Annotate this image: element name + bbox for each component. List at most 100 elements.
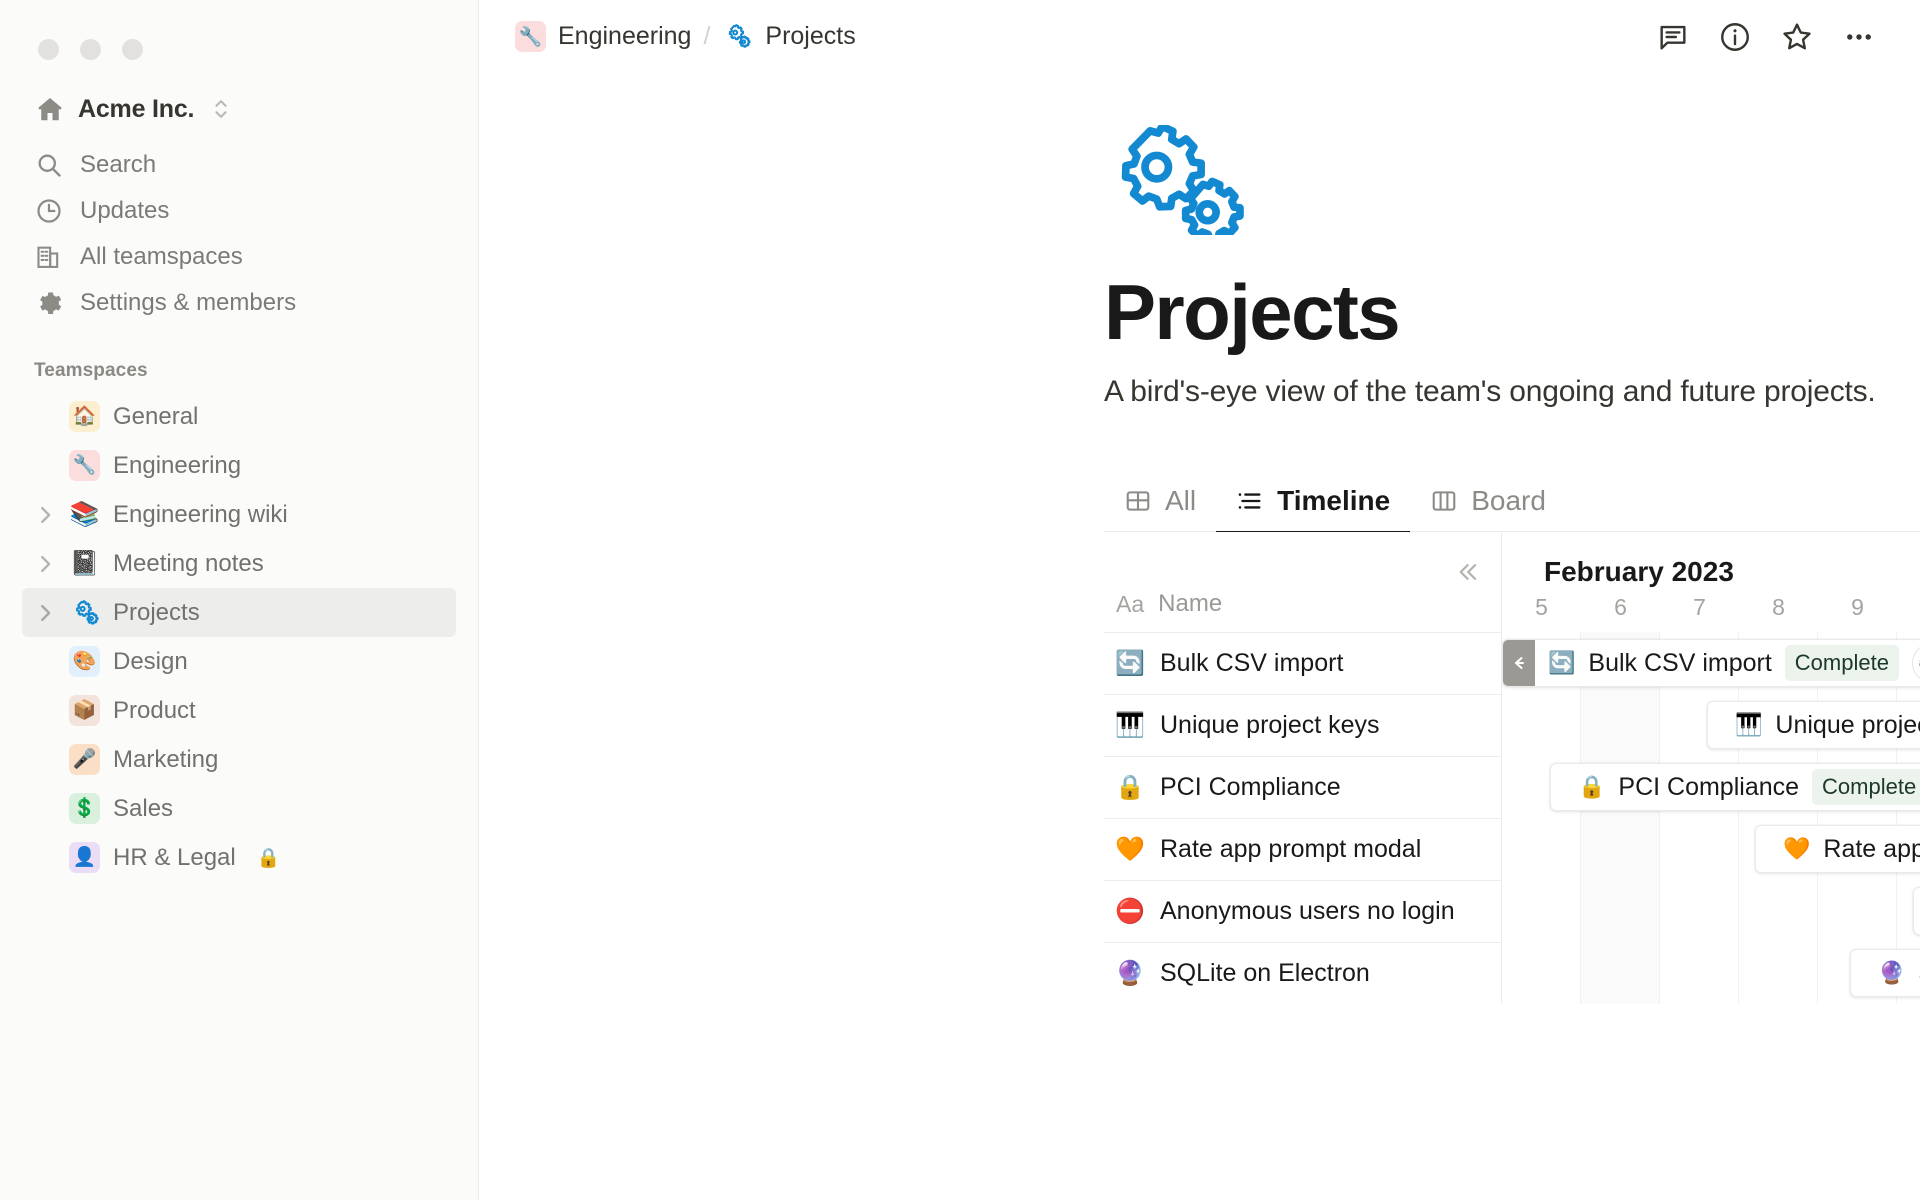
sidebar-item-meeting-notes[interactable]: 📓 Meeting notes bbox=[22, 539, 456, 588]
sidebar-item-engineering[interactable]: › 🔧 Engineering bbox=[22, 441, 456, 490]
chevrons-left-icon[interactable] bbox=[1449, 554, 1485, 590]
sidebar-item-design[interactable]: › 🎨 Design bbox=[22, 637, 456, 686]
timeline-row: 🔒 PCI Compliance Complete 🧑‍🦱 bbox=[1502, 756, 1920, 818]
breadcrumb-projects[interactable]: Projects bbox=[714, 17, 863, 56]
timeline-bar[interactable]: 🔄 Bulk CSV import Complete 🧑 bbox=[1502, 639, 1920, 687]
view-tabs: All Timeline Board bbox=[1104, 477, 1920, 535]
teamspace-emoji: 🎤 bbox=[69, 744, 100, 775]
page-gears-icon[interactable] bbox=[1104, 125, 1254, 235]
row-name: Bulk CSV import bbox=[1160, 649, 1344, 677]
sidebar-item-general[interactable]: › 🏠 General bbox=[22, 392, 456, 441]
timeline-row: 🎹 Unique project keys In flight 👩 bbox=[1502, 694, 1920, 756]
timeline-view: Aa Name 🔄 Bulk CSV import 🎹 Unique proje… bbox=[1104, 532, 1920, 1004]
breadcrumb-separator: / bbox=[703, 22, 711, 50]
star-icon[interactable] bbox=[1780, 20, 1814, 54]
teamspace-emoji: 👤 bbox=[69, 842, 100, 873]
timeline-bar[interactable]: ⛔ Anonymous users no login bbox=[1913, 887, 1920, 935]
window-close-button[interactable] bbox=[38, 38, 59, 60]
sidebar-item-hr-legal[interactable]: › 👤 HR & Legal 🔒 bbox=[22, 833, 456, 882]
window-maximize-button[interactable] bbox=[122, 38, 143, 60]
arrow-left-icon[interactable] bbox=[1503, 640, 1535, 686]
sidebar-item-label: Product bbox=[113, 696, 196, 724]
sidebar-item-marketing[interactable]: › 🎤 Marketing bbox=[22, 735, 456, 784]
chevron-updown-icon[interactable] bbox=[212, 96, 230, 122]
teamspace-emoji: 📦 bbox=[69, 695, 100, 726]
house-icon bbox=[34, 94, 65, 125]
page-title: Projects bbox=[1104, 268, 1401, 356]
teamspace-emoji: 🎨 bbox=[69, 646, 100, 677]
tab-all[interactable]: All bbox=[1104, 485, 1216, 535]
table-row[interactable]: 🔄 Bulk CSV import bbox=[1104, 632, 1501, 694]
row-name: Unique project keys bbox=[1160, 711, 1380, 739]
timeline-bar[interactable]: 🔮 SQLite on Electron Pla bbox=[1850, 949, 1920, 997]
gear-icon bbox=[34, 288, 64, 318]
sidebar-item-projects[interactable]: Projects bbox=[22, 588, 456, 637]
bar-emoji: 🔮 bbox=[1878, 960, 1906, 985]
timeline-bar[interactable]: 🔒 PCI Compliance Complete 🧑‍🦱 bbox=[1550, 763, 1920, 811]
sidebar-item-sales[interactable]: › 💲 Sales bbox=[22, 784, 456, 833]
table-row[interactable]: 🎹 Unique project keys bbox=[1104, 694, 1501, 756]
bar-emoji: 🎹 bbox=[1735, 712, 1763, 737]
search-icon bbox=[34, 150, 64, 180]
avatar[interactable]: 🧑 bbox=[1911, 643, 1920, 683]
chevron-right-icon[interactable] bbox=[34, 602, 56, 624]
more-icon[interactable] bbox=[1842, 20, 1876, 54]
table-row[interactable]: ⛔ Anonymous users no login bbox=[1104, 880, 1501, 942]
sidebar-item-updates[interactable]: Updates bbox=[22, 188, 456, 234]
day-tick: 5 bbox=[1535, 594, 1548, 620]
sidebar-item-settings-members[interactable]: Settings & members bbox=[22, 280, 456, 326]
sidebar-item-label: Design bbox=[113, 647, 188, 675]
table-row[interactable]: 🔒 PCI Compliance bbox=[1104, 756, 1501, 818]
sidebar-item-label: Updates bbox=[80, 197, 170, 224]
tab-timeline[interactable]: Timeline bbox=[1216, 485, 1411, 535]
workspace-name: Acme Inc. bbox=[78, 94, 195, 123]
teamspace-emoji: 🏠 bbox=[69, 401, 100, 432]
sidebar-item-label: All teamspaces bbox=[80, 243, 243, 270]
timeline-bar[interactable]: 🧡 Rate app prompt modal Complete bbox=[1755, 825, 1920, 873]
breadcrumb-engineering[interactable]: 🔧 Engineering bbox=[507, 17, 699, 56]
timeline-name-column-header: Aa Name bbox=[1104, 532, 1501, 632]
chevron-right-icon[interactable] bbox=[34, 504, 56, 526]
breadcrumb-label: Engineering bbox=[558, 22, 692, 50]
sidebar-item-all-teamspaces[interactable]: All teamspaces bbox=[22, 234, 456, 280]
app-window: Acme Inc. Search Updates All teamspaces … bbox=[0, 0, 1920, 1200]
row-emoji: 🧡 bbox=[1115, 836, 1145, 863]
teamspace-emoji: 📚 bbox=[69, 500, 100, 528]
timeline-gantt: February 2023 Month 5 6 7 8 9 bbox=[1502, 532, 1920, 1004]
chevron-right-icon[interactable] bbox=[34, 553, 56, 575]
sidebar-item-engineering-wiki[interactable]: 📚 Engineering wiki bbox=[22, 490, 456, 539]
teamspace-emoji: 📓 bbox=[69, 549, 100, 577]
teamspaces-list: › 🏠 General › 🔧 Engineering 📚 Engineerin… bbox=[0, 392, 478, 882]
comment-icon[interactable] bbox=[1656, 20, 1690, 54]
row-emoji: 🔄 bbox=[1115, 650, 1145, 677]
sidebar-item-label: Settings & members bbox=[80, 289, 297, 316]
sidebar-nav: Search Updates All teamspaces Settings &… bbox=[0, 142, 478, 326]
gears-icon bbox=[722, 21, 753, 52]
window-controls[interactable] bbox=[0, 0, 478, 66]
status-badge: Complete bbox=[1784, 645, 1899, 681]
timeline-row: 🧡 Rate app prompt modal Complete bbox=[1502, 818, 1920, 880]
day-tick: 10 bbox=[1897, 594, 1920, 632]
timeline-bar[interactable]: 🎹 Unique project keys In flight 👩 bbox=[1707, 701, 1920, 749]
timeline-row: ⛔ Anonymous users no login bbox=[1502, 880, 1920, 942]
name-column-label: Name bbox=[1158, 590, 1223, 617]
day-tick: 8 bbox=[1772, 594, 1785, 620]
name-column-title[interactable]: Aa Name bbox=[1104, 590, 1222, 632]
timeline-row: 🔄 Bulk CSV import Complete 🧑 bbox=[1502, 632, 1920, 694]
sidebar-item-label: Sales bbox=[113, 794, 174, 822]
table-row[interactable]: 🧡 Rate app prompt modal bbox=[1104, 818, 1501, 880]
timeline-name-column: Aa Name 🔄 Bulk CSV import 🎹 Unique proje… bbox=[1104, 532, 1502, 1004]
sidebar-item-label: HR & Legal bbox=[113, 843, 236, 871]
window-minimize-button[interactable] bbox=[80, 38, 101, 60]
page-content: Projects A bird's-eye view of the team's… bbox=[479, 125, 1920, 1004]
board-icon bbox=[1430, 487, 1458, 515]
sidebar-item-product[interactable]: › 📦 Product bbox=[22, 686, 456, 735]
table-row[interactable]: 🔮 SQLite on Electron bbox=[1104, 942, 1501, 1004]
workspace-switcher[interactable]: Acme Inc. bbox=[22, 86, 456, 132]
info-icon[interactable] bbox=[1718, 20, 1752, 54]
row-name: SQLite on Electron bbox=[1160, 959, 1370, 987]
tab-board[interactable]: Board bbox=[1410, 485, 1566, 535]
sidebar-item-label: Projects bbox=[113, 598, 200, 626]
sidebar-item-search[interactable]: Search bbox=[22, 142, 456, 188]
timeline-day-ruler: 5 6 7 8 9 10 11 12 bbox=[1502, 594, 1920, 632]
